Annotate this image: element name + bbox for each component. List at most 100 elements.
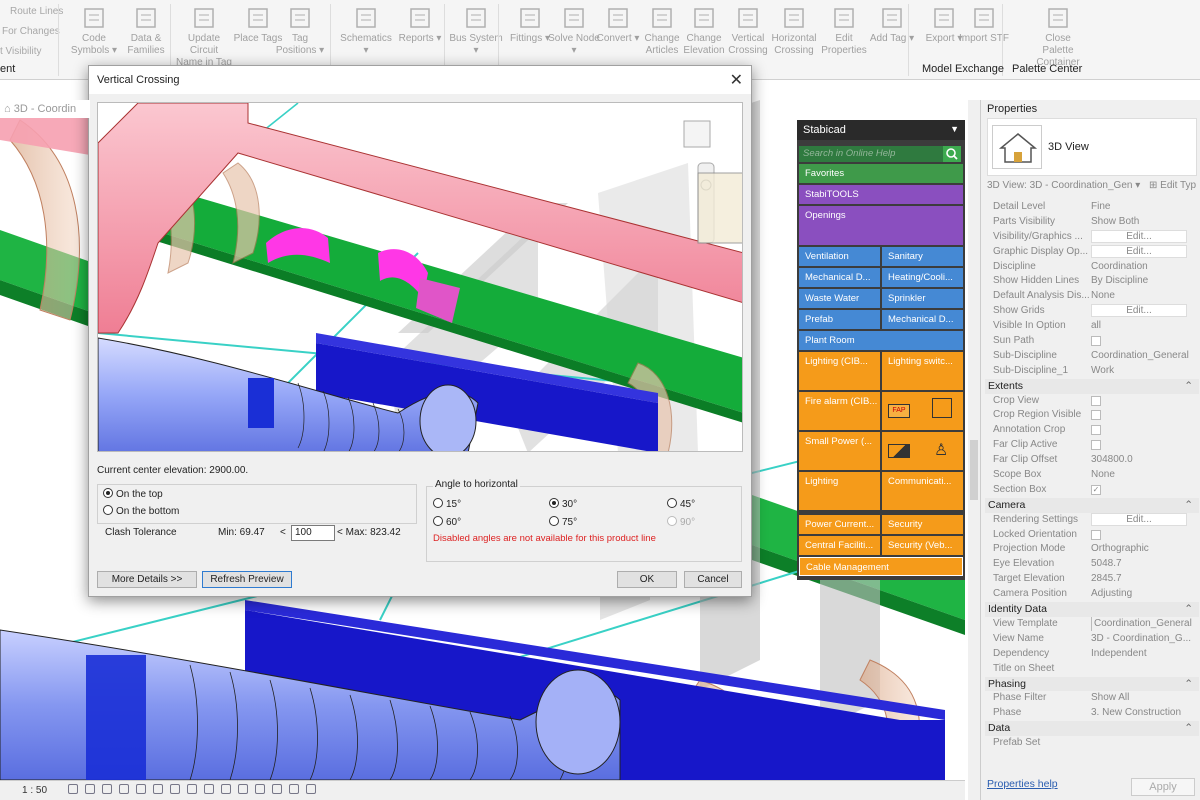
visibility-item[interactable]: t Visibility (0, 42, 63, 62)
property-row[interactable]: Phase 3. New Construction (985, 706, 1199, 721)
property-row[interactable]: Projection Mode Orthographic (985, 542, 1199, 557)
constraints-icon[interactable] (272, 784, 282, 794)
on-bottom-radio[interactable]: On the bottom (103, 505, 179, 517)
angle-30-radio[interactable]: 30° (549, 498, 577, 510)
properties-help-link[interactable]: Properties help (987, 778, 1058, 790)
ribbon-button-6[interactable]: Reports ▾ (392, 4, 448, 62)
edit-type-button[interactable]: ⊞ Edit Typ (1149, 180, 1196, 191)
property-row[interactable]: Discipline Coordination (985, 260, 1199, 275)
tile-lighting-switch[interactable]: Lighting switc... (882, 352, 963, 390)
property-checkbox[interactable] (1091, 336, 1101, 347)
property-row[interactable]: Show Hidden Lines By Discipline (985, 274, 1199, 289)
property-row[interactable]: Far Clip Active (985, 438, 1199, 453)
property-value[interactable]: all (1091, 319, 1197, 333)
view-tab[interactable]: ⌂ 3D - Coordin (0, 100, 90, 118)
search-icon[interactable] (943, 146, 961, 162)
property-row[interactable]: Section Box ✓ (985, 483, 1199, 498)
property-group-header[interactable]: Phasing ⌃ (985, 676, 1199, 692)
analytical-icon[interactable] (289, 784, 299, 794)
property-row[interactable]: Parts Visibility Show Both (985, 215, 1199, 230)
property-row[interactable]: Graphic Display Op... Edit... (985, 244, 1199, 260)
property-checkbox[interactable] (1091, 410, 1101, 421)
property-row[interactable]: Scope Box None (985, 468, 1199, 483)
chevron-down-icon[interactable]: ▼ (950, 124, 959, 134)
route-lines-item[interactable]: Route Lines (0, 2, 63, 22)
ribbon-button-1[interactable]: Data & Families (118, 4, 174, 62)
ribbon-button-14[interactable]: Horizontal Crossing (766, 4, 822, 62)
temp-props-icon[interactable] (255, 784, 265, 794)
property-row[interactable]: Eye Elevation 5048.7 (985, 557, 1199, 572)
angle-60-radio[interactable]: 60° (433, 516, 461, 528)
property-value[interactable]: 5048.7 (1091, 557, 1197, 571)
cancel-button[interactable]: Cancel (684, 571, 742, 588)
user-icon[interactable]: ♙ (934, 440, 948, 460)
tile-small-power-icons[interactable]: ♙ (882, 432, 963, 470)
property-value[interactable]: 304800.0 (1091, 453, 1197, 467)
property-edit-button[interactable]: Edit... (1091, 244, 1187, 258)
show-crop-icon[interactable] (170, 784, 180, 794)
viewport-scrollbar[interactable] (968, 100, 980, 800)
property-row[interactable]: Crop View (985, 394, 1199, 409)
help-search-input[interactable]: Search in Online Help (799, 146, 943, 162)
property-value[interactable]: Adjusting (1091, 587, 1197, 601)
property-value[interactable]: Show All (1091, 691, 1197, 705)
on-top-radio[interactable]: On the top (103, 488, 163, 500)
lock-view-icon[interactable] (187, 784, 197, 794)
property-row[interactable]: Title on Sheet (985, 662, 1199, 677)
property-group-header[interactable]: Extents ⌃ (985, 378, 1199, 394)
ribbon-button-0[interactable]: Code Symbols ▾ (66, 4, 122, 62)
property-row[interactable]: Default Analysis Dis... None (985, 289, 1199, 304)
ribbon-button-5[interactable]: Schematics ▾ (338, 4, 394, 62)
property-group-header[interactable]: Data ⌃ (985, 721, 1199, 737)
property-value[interactable]: 3D - Coordination_G... (1091, 632, 1197, 646)
property-row[interactable]: Camera Position Adjusting (985, 587, 1199, 602)
property-row[interactable]: Sub-Discipline Coordination_General (985, 349, 1199, 364)
shadows-icon[interactable] (119, 784, 129, 794)
property-row[interactable]: View Template Coordination_General (985, 616, 1199, 632)
property-checkbox[interactable] (1091, 529, 1101, 540)
tile-sanitary[interactable]: Sanitary (882, 247, 963, 266)
sun-path-icon[interactable] (102, 784, 112, 794)
tile-lighting-cib[interactable]: Lighting (CIB... (799, 352, 880, 390)
ribbon-button-18[interactable]: Import STF (956, 4, 1012, 62)
property-group-header[interactable]: Identity Data ⌃ (985, 602, 1199, 617)
property-checkbox[interactable] (1091, 395, 1101, 406)
tile-stabitools[interactable]: StabiTOOLS (799, 185, 963, 204)
crop-icon[interactable] (153, 784, 163, 794)
property-row[interactable]: Dependency Independent (985, 647, 1199, 662)
scale-label[interactable]: 1 : 50 (22, 785, 47, 796)
property-checkbox[interactable]: ✓ (1091, 484, 1101, 495)
angle-75-radio[interactable]: 75° (549, 516, 577, 528)
collapse-icon[interactable]: ⌃ (1184, 498, 1193, 512)
for-changes-item[interactable]: For Changes (0, 22, 63, 42)
ribbon-button-16[interactable]: Add Tag ▾ (864, 4, 920, 62)
property-row[interactable]: Sun Path (985, 334, 1199, 349)
clash-tolerance-input[interactable]: 100 (291, 525, 335, 541)
angle-15-radio[interactable]: 15° (433, 498, 461, 510)
ok-button[interactable]: OK (617, 571, 677, 588)
property-row[interactable]: Far Clip Offset 304800.0 (985, 453, 1199, 468)
property-row[interactable]: Annotation Crop (985, 423, 1199, 438)
tile-ventilation[interactable]: Ventilation (799, 247, 880, 266)
collapse-icon[interactable]: ⌃ (1184, 721, 1193, 735)
collapse-icon[interactable]: ⌃ (1184, 602, 1193, 616)
ribbon-button-19[interactable]: Close Palette Container (1030, 4, 1086, 68)
tile-prefab[interactable]: Prefab (799, 310, 880, 329)
detail-level-icon[interactable] (68, 784, 78, 794)
angle-45-radio[interactable]: 45° (667, 498, 695, 510)
property-value[interactable]: Orthographic (1091, 542, 1197, 556)
property-edit-button[interactable]: Edit... (1091, 304, 1187, 318)
tile-favorites[interactable]: Favorites (799, 164, 963, 183)
collapse-icon[interactable]: ⌃ (1184, 677, 1193, 691)
property-value[interactable]: Show Both (1091, 215, 1197, 229)
reveal-icon[interactable] (221, 784, 231, 794)
tile-cable-management[interactable]: Cable Management (799, 557, 963, 576)
property-value[interactable]: Work (1091, 364, 1197, 378)
property-row[interactable]: Phase Filter Show All (985, 691, 1199, 706)
refresh-preview-button[interactable]: Refresh Preview (202, 571, 292, 588)
tile-lighting[interactable]: Lighting (799, 472, 880, 510)
property-value[interactable]: 3. New Construction (1091, 706, 1197, 720)
socket-icon[interactable] (888, 444, 910, 458)
tile-heating-cooling[interactable]: Heating/Cooli... (882, 268, 963, 287)
property-value[interactable]: Independent (1091, 647, 1197, 661)
